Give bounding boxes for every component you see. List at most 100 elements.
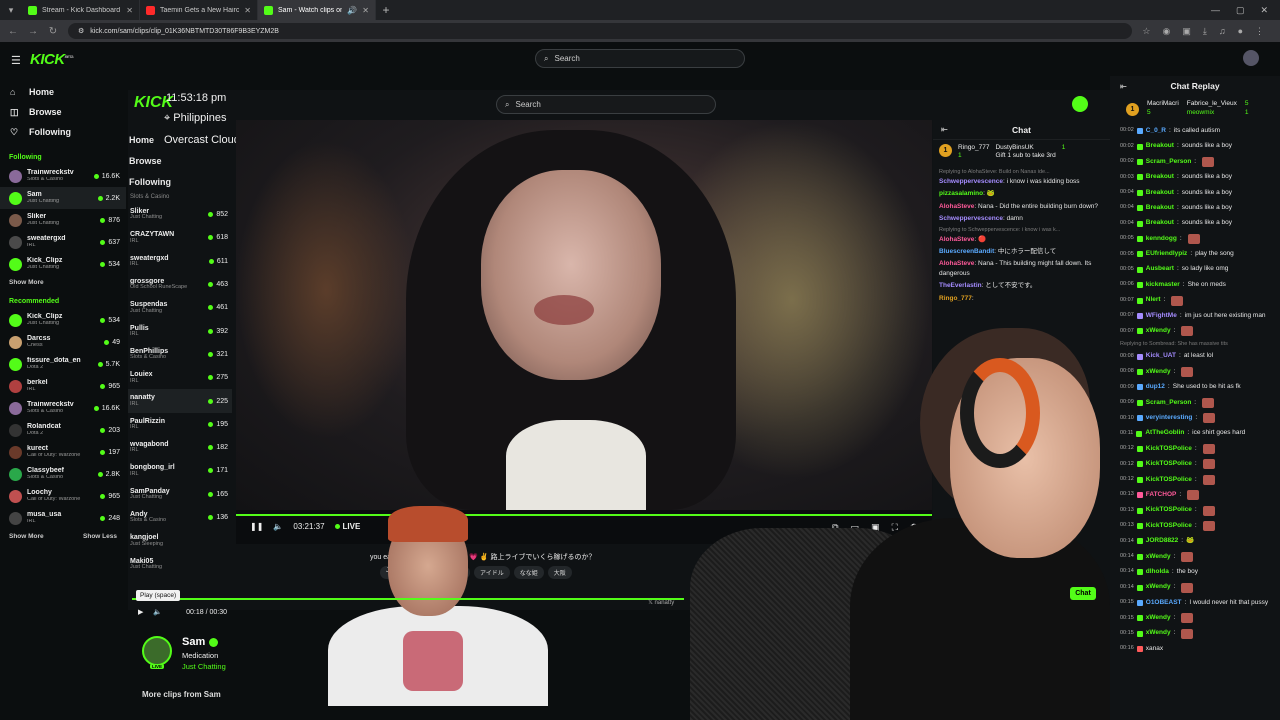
sidebar-item-browse[interactable]: ◫ Browse: [10, 102, 116, 122]
emote-icon: [1181, 367, 1194, 378]
play-icon[interactable]: ▶: [138, 608, 143, 616]
channel-row[interactable]: Trainwreckstv Slots & Casino 16.6K: [0, 397, 126, 419]
close-window-icon[interactable]: ✕: [1260, 5, 1268, 16]
channel-category: IRL: [27, 518, 36, 524]
collapse-chat-icon[interactable]: ⇤: [1120, 82, 1127, 91]
message-timestamp: 00:12: [1120, 460, 1134, 467]
reload-icon[interactable]: ↻: [48, 26, 58, 37]
profile-icon[interactable]: ●: [1238, 26, 1243, 37]
chat-text: ice shirt goes hard: [1192, 429, 1246, 437]
channel-row[interactable]: Suspendas Just Chatting 461: [128, 296, 232, 319]
address-bar: ← → ↻ ⚙ kick.com/sam/clips/clip_01K36NBT…: [0, 20, 1280, 42]
browser-tab-0[interactable]: Stream - Kick Dashboard ✕: [22, 0, 140, 20]
stream-search-input: ⌕ Search: [496, 95, 716, 114]
close-tab-icon[interactable]: ✕: [244, 6, 251, 15]
new-tab-button[interactable]: +: [376, 3, 396, 17]
streamer-avatar[interactable]: LIVE: [142, 636, 172, 669]
download-icon[interactable]: ⤓: [1203, 26, 1207, 37]
channel-row[interactable]: bongbong_irl IRL 171: [128, 459, 232, 482]
menu-icon[interactable]: ☰: [11, 54, 21, 67]
back-icon[interactable]: ←: [8, 26, 18, 37]
search-icon: ⌕: [544, 53, 549, 63]
channel-row[interactable]: BenPhillips Slots & Casino 321: [128, 343, 232, 366]
emote-icon: [1202, 459, 1215, 470]
chat-button[interactable]: Chat: [1070, 587, 1096, 600]
emote-icon: [1181, 551, 1194, 562]
sidebar-item-following[interactable]: ♡ Following: [10, 122, 116, 142]
inner-chat-message: Replying to Schweppervescence: i know i …: [939, 226, 1061, 243]
channel-name: sweatergxd: [130, 254, 169, 262]
user-avatar[interactable]: [1243, 50, 1259, 66]
channel-row[interactable]: Loochy Call of Duty: Warzone 965: [0, 485, 126, 507]
chat-text: sounds like a boy: [1181, 203, 1232, 211]
forward-icon[interactable]: →: [28, 26, 38, 37]
sidebar-item-home[interactable]: ⌂ Home: [10, 82, 116, 102]
streamer-name[interactable]: Sam: [182, 636, 205, 648]
show-more-button[interactable]: Show More: [0, 275, 126, 290]
volume-icon[interactable]: 🔈: [153, 608, 162, 616]
show-more-button[interactable]: Show More: [9, 533, 44, 540]
chat-message: 00:05 Ausbeart: so lady like omg: [1120, 265, 1229, 273]
badge-icon: [1136, 159, 1143, 165]
live-dot-icon: [93, 173, 99, 179]
extension-icon[interactable]: ◉: [1162, 26, 1170, 37]
channel-row[interactable]: Trainwreckstv Slots & Casino 16.6K: [0, 165, 126, 187]
channel-row[interactable]: Classybeef Slots & Casino 2.8K: [0, 463, 126, 485]
channel-row[interactable]: grossgore Old School RuneScape 463: [128, 273, 232, 296]
channel-row[interactable]: fissure_dota_en Dota 2 5.7K: [0, 353, 126, 375]
channel-row[interactable]: Kick_Clipz Just Chatting 534: [0, 309, 126, 331]
chat-username: KickTOSPolice: [1145, 444, 1192, 452]
channel-row[interactable]: wvagabond IRL 182: [128, 436, 232, 459]
minimize-icon[interactable]: —: [1211, 5, 1220, 16]
heart-icon: ♡: [10, 126, 19, 137]
badge-icon: [1136, 553, 1143, 560]
url-field[interactable]: ⚙ kick.com/sam/clips/clip_01K36NBTMTD30T…: [68, 23, 1133, 39]
puzzle-icon[interactable]: ▣: [1182, 26, 1191, 37]
badge-icon: [1136, 353, 1143, 360]
show-more-less-row: Show More Show Less: [0, 529, 126, 544]
media-icon[interactable]: ♫: [1219, 26, 1226, 37]
channel-row[interactable]: Sam Just Chatting 2.2K: [0, 187, 126, 209]
channel-row[interactable]: sweatergxd IRL 637: [0, 231, 126, 253]
emote-icon: [1202, 397, 1215, 408]
stream-category[interactable]: Just Chatting: [182, 662, 226, 671]
site-info-icon[interactable]: ⚙: [78, 27, 84, 35]
channel-row[interactable]: Kick_Clipz Just Chatting 534: [0, 253, 126, 275]
channel-row[interactable]: kurect Call of Duty: Warzone 197: [0, 441, 126, 463]
viewer-count: 165: [208, 491, 228, 498]
browser-tab-1[interactable]: Taemin Gets a New Haircut Wit ✕: [140, 0, 258, 20]
bookmark-star-icon[interactable]: ☆: [1142, 26, 1150, 37]
reply-context: Replying to Sombread: She has massive ti…: [1120, 341, 1228, 347]
close-tab-icon[interactable]: ✕: [126, 6, 133, 15]
channel-row[interactable]: Louiex IRL 275: [128, 366, 232, 389]
more-menu-icon[interactable]: ⋮: [1255, 26, 1264, 37]
channel-row[interactable]: sweatergxd IRL 611: [128, 250, 232, 273]
chat-message: 00:02 Scram_Person:: [1120, 154, 1270, 169]
chat-text: sounds like a boy: [1181, 142, 1232, 150]
chat-username: Breakout: [1145, 188, 1174, 196]
maximize-icon[interactable]: ▢: [1236, 5, 1245, 16]
show-less-button[interactable]: Show Less: [83, 533, 117, 540]
browser-tab-2[interactable]: Sam - Watch clips on Kick 🔊 ✕: [258, 0, 376, 20]
channel-row[interactable]: CRAZYTAWN IRL 618: [128, 226, 232, 249]
close-tab-icon[interactable]: ✕: [362, 6, 369, 15]
channel-row[interactable]: Pullis IRL 392: [128, 319, 232, 342]
badge-icon: [1136, 399, 1143, 406]
channel-row[interactable]: Sliker Just Chatting 852: [128, 203, 232, 226]
channel-category: Slots & Casino: [27, 474, 64, 480]
channel-row[interactable]: musa_usa IRL 248: [0, 507, 126, 529]
clip-progress-bar[interactable]: [132, 598, 684, 600]
search-input[interactable]: ⌕ Search: [535, 49, 745, 68]
channel-row[interactable]: Andy Slots & Casino 136: [128, 506, 232, 529]
channel-row[interactable]: Darcss Chess 49: [0, 331, 126, 353]
channel-row[interactable]: berkel IRL 965: [0, 375, 126, 397]
kick-logo[interactable]: KICKBETA: [30, 51, 74, 68]
speaker-icon[interactable]: 🔊: [347, 6, 357, 15]
channel-row[interactable]: PaulRizzin IRL 195: [128, 413, 232, 436]
message-timestamp: 00:15: [1120, 599, 1134, 606]
tab-search-icon[interactable]: ▾: [0, 0, 22, 20]
channel-row[interactable]: SamPanday Just Chatting 165: [128, 483, 232, 506]
channel-row[interactable]: Rolandcat Dota 2 203: [0, 419, 126, 441]
channel-row[interactable]: Sliker Just Chatting 876: [0, 209, 126, 231]
channel-row[interactable]: nanatty IRL 225: [128, 389, 232, 413]
